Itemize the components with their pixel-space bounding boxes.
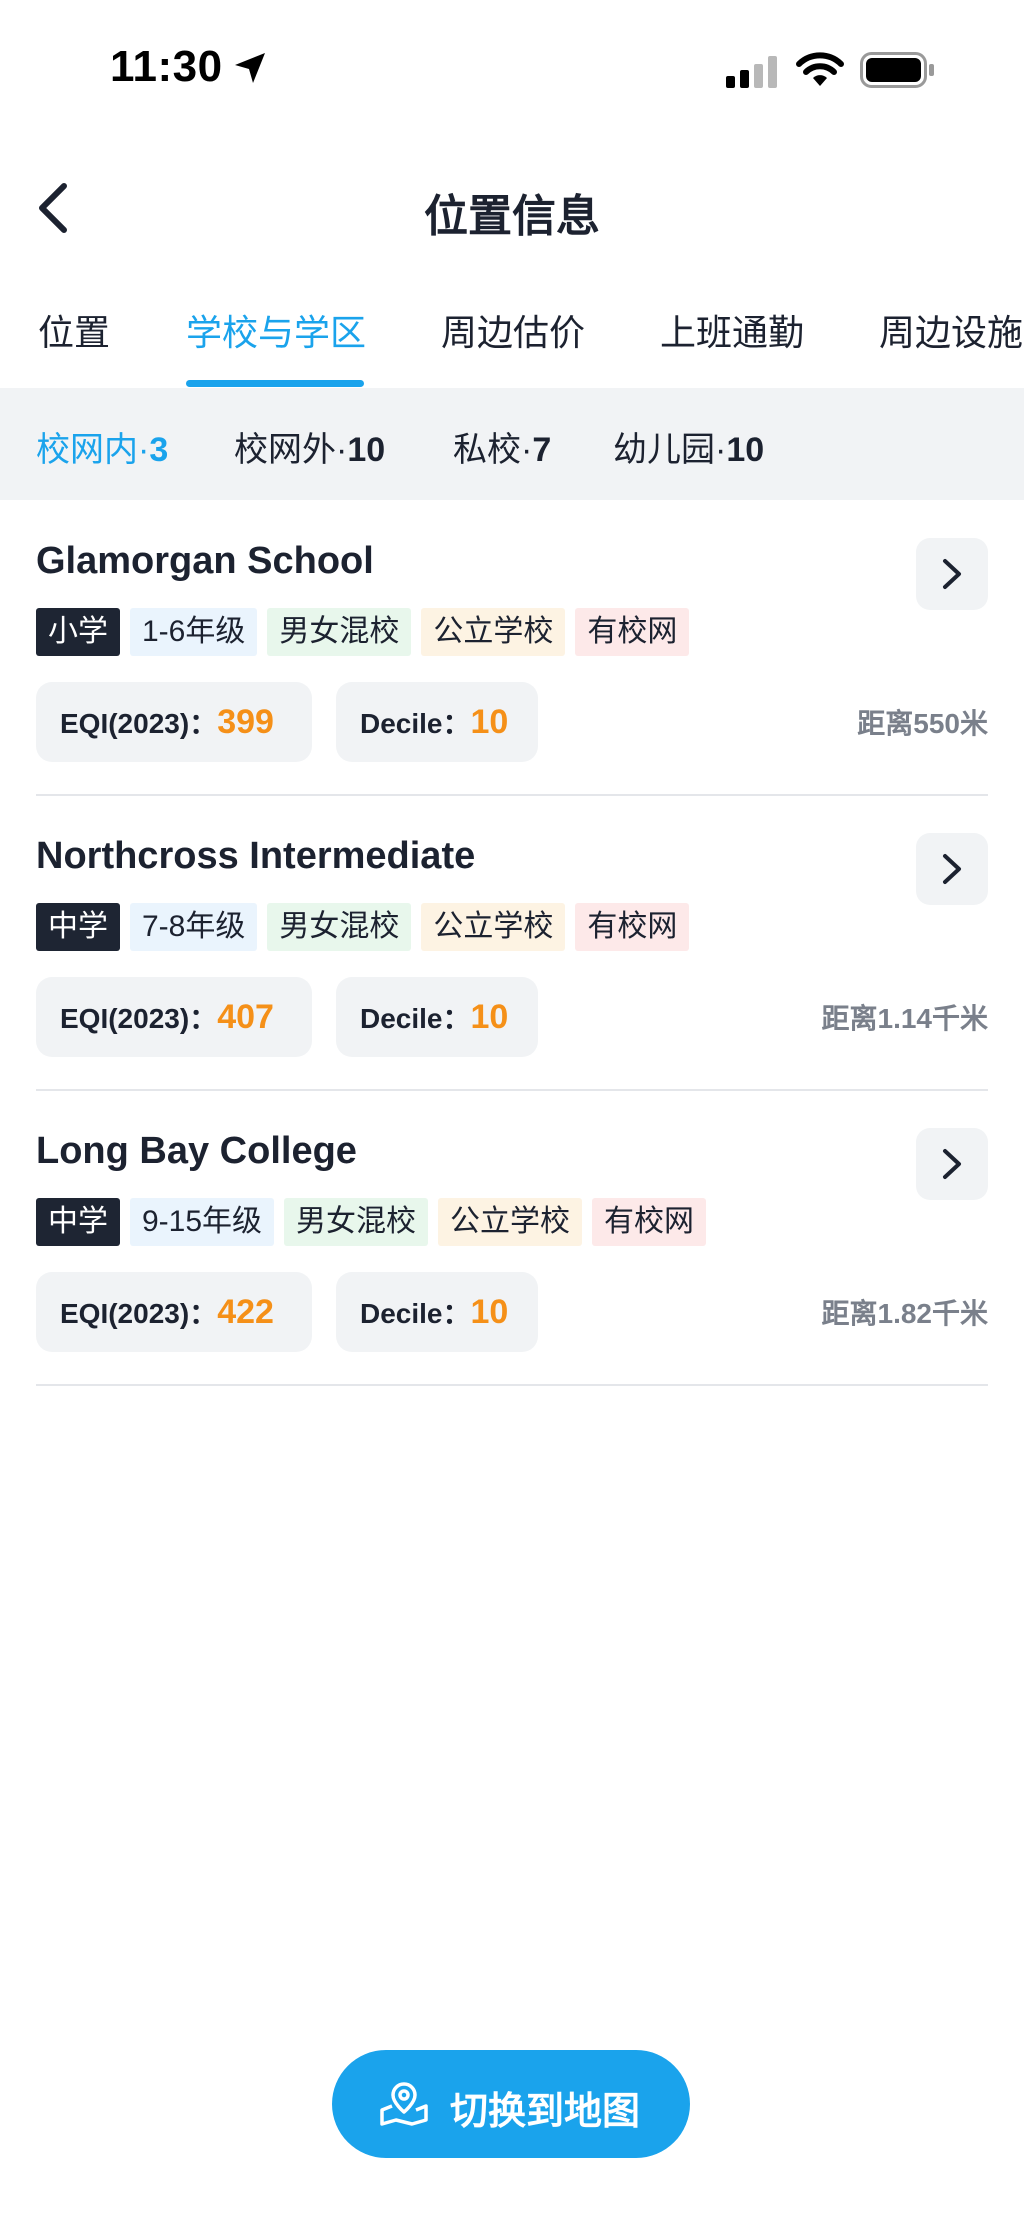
tag-level: 中学 [36,1198,120,1246]
decile-value: 10 [470,703,509,741]
tag-level: 中学 [36,903,120,951]
school-tags: 中学 9-15年级 男女混校 公立学校 有校网 [36,1198,716,1246]
eqi-value: 407 [217,998,274,1036]
decile-pill: Decile：10 [336,977,538,1057]
filter-private[interactable]: 私校·7 [453,422,551,471]
decile-value: 10 [470,1293,509,1331]
tab-facilities[interactable]: 周边设施 [879,304,1023,356]
eqi-pill: EQI(2023)：422 [36,1272,312,1352]
eqi-value: 422 [217,1293,274,1331]
tag-zone: 有校网 [575,608,690,656]
school-detail-button[interactable] [916,1128,988,1200]
school-tags: 中学 7-8年级 男女混校 公立学校 有校网 [36,903,699,951]
school-filter-bar: 校网内·3 校网外·10 私校·7 幼儿园·10 [0,388,1024,500]
tag-type: 公立学校 [421,608,566,656]
tab-commute[interactable]: 上班通勤 [660,304,804,356]
tag-grades: 7-8年级 [130,903,258,951]
tab-bar: 位置 学校与学区 周边估价 上班通勤 周边设施 [0,290,1024,387]
school-distance: 距离1.82千米 [821,1298,989,1329]
filter-in-zone[interactable]: 校网内·3 [36,422,168,471]
status-bar: 11:30 [0,0,1024,140]
location-arrow-icon [235,53,265,83]
tag-gender: 男女混校 [267,903,412,951]
tag-gender: 男女混校 [284,1198,429,1246]
chevron-right-icon [943,854,961,884]
tab-location[interactable]: 位置 [38,304,110,356]
tag-zone: 有校网 [592,1198,707,1246]
tab-schools[interactable]: 学校与学区 [186,304,366,356]
battery-icon [860,52,934,88]
tab-nearby-valuation[interactable]: 周边估价 [441,304,585,356]
tag-type: 公立学校 [421,903,566,951]
switch-to-map-label: 切换到地图 [450,2091,641,2133]
tag-type: 公立学校 [438,1198,583,1246]
cellular-signal-icon [726,56,777,88]
active-tab-indicator [186,380,364,387]
switch-to-map-button[interactable]: 切换到地图 [332,2050,690,2158]
school-card[interactable]: Glamorgan School 小学 1-6年级 男女混校 公立学校 有校网 EQI(… [36,502,988,796]
divider [36,1384,988,1386]
status-time: 11:30 [110,42,223,91]
tag-grades: 9-15年级 [130,1198,275,1246]
divider [36,794,988,796]
school-name: Glamorgan School [36,540,374,582]
chevron-right-icon [943,1149,961,1179]
wifi-icon [796,52,844,86]
school-name: Long Bay College [36,1130,357,1172]
page-title: 位置信息 [424,192,600,241]
tag-grades: 1-6年级 [130,608,258,656]
map-pin-icon [380,2082,428,2126]
decile-pill: Decile：10 [336,1272,538,1352]
school-distance: 距离550米 [857,708,988,739]
eqi-pill: EQI(2023)：399 [36,682,312,762]
nav-bar: 位置信息 [0,160,1024,256]
decile-pill: Decile：10 [336,682,538,762]
filter-kindergarten[interactable]: 幼儿园·10 [613,422,764,471]
divider [36,1089,988,1091]
tag-zone: 有校网 [575,903,690,951]
eqi-pill: EQI(2023)：407 [36,977,312,1057]
tag-gender: 男女混校 [267,608,412,656]
school-tags: 小学 1-6年级 男女混校 公立学校 有校网 [36,608,699,656]
school-detail-button[interactable] [916,538,988,610]
tag-level: 小学 [36,608,120,656]
school-card[interactable]: Northcross Intermediate 中学 7-8年级 男女混校 公立学校有… [36,797,988,1091]
school-detail-button[interactable] [916,833,988,905]
school-distance: 距离1.14千米 [821,1003,989,1034]
eqi-value: 399 [217,703,274,741]
school-name: Northcross Intermediate [36,835,476,877]
school-card[interactable]: Long Bay College 中学 9-15年级 男女混校 公立学校 有校网 EQI… [36,1092,988,1386]
filter-out-of-zone[interactable]: 校网外·10 [234,422,385,471]
chevron-right-icon [943,559,961,589]
decile-value: 10 [470,998,509,1036]
